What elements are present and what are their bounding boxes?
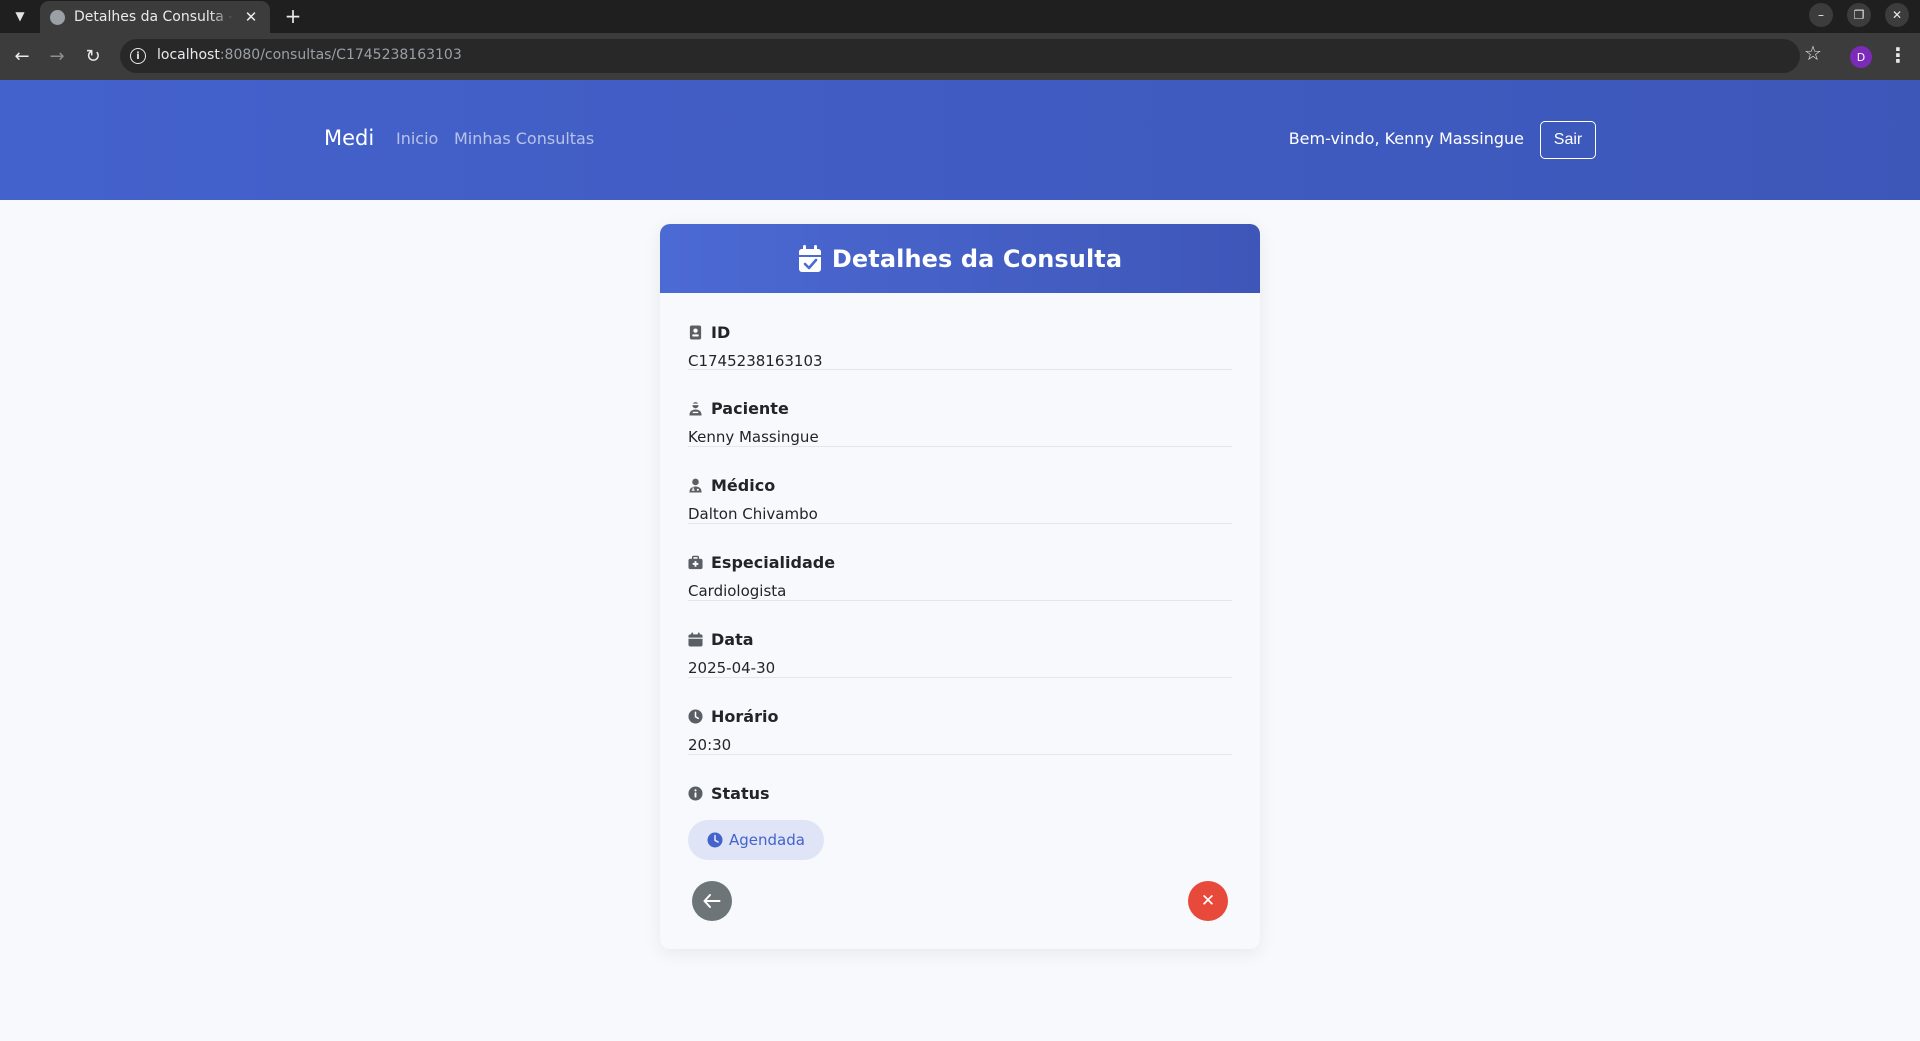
browser-tab-active[interactable]: Detalhes da Consulta - Cl ✕ [40, 1, 270, 33]
field-label: Data [711, 630, 754, 649]
welcome-text: Bem-vindo, Kenny Massingue [1288, 129, 1524, 148]
forward-arrow-icon[interactable]: → [42, 41, 72, 71]
url-text[interactable]: localhost:8080/consultas/C1745238163103 [157, 47, 462, 63]
calendar-icon [688, 632, 703, 647]
field-label: Horário [711, 707, 779, 726]
field-data: Data 2025-04-30 [688, 601, 1232, 678]
field-paciente: Paciente Kenny Massingue [688, 370, 1232, 447]
card-body: ID C1745238163103 Paciente Kenny Massing… [660, 293, 1260, 875]
field-value: 20:30 [688, 736, 732, 754]
card-header: Detalhes da Consulta [660, 224, 1260, 293]
cancel-consultation-button[interactable]: ✕ [1188, 881, 1228, 921]
card-title: Detalhes da Consulta [831, 244, 1123, 273]
status-value: Agendada [729, 831, 805, 849]
nav-link-inicio[interactable]: Inicio [396, 129, 438, 148]
field-status: Status Agendada [688, 755, 1232, 875]
restore-window-button[interactable]: ❐ [1847, 3, 1871, 27]
field-label: ID [711, 323, 731, 342]
clock-icon [688, 709, 703, 724]
profile-avatar[interactable]: D [1850, 46, 1872, 68]
status-badge: Agendada [688, 820, 824, 860]
x-icon: ✕ [1200, 891, 1216, 911]
browser-menu-icon[interactable]: ⋮ [1886, 43, 1910, 67]
logout-button[interactable]: Sair [1540, 121, 1596, 159]
user-injured-icon [689, 402, 702, 416]
bookmark-star-icon[interactable]: ☆ [1798, 41, 1828, 65]
field-horario: Horário 20:30 [688, 678, 1232, 755]
back-button[interactable] [692, 881, 732, 921]
info-circle-icon [688, 786, 703, 801]
briefcase-medical-icon [688, 555, 703, 570]
calendar-check-icon [798, 244, 821, 272]
field-value: C1745238163103 [688, 352, 823, 370]
tab-title: Detalhes da Consulta - Cl [74, 9, 234, 25]
id-badge-icon [689, 325, 702, 340]
field-label: Paciente [711, 399, 789, 418]
brand-logo[interactable]: Medi [324, 126, 374, 150]
nav-link-minhas-consultas[interactable]: Minhas Consultas [454, 129, 594, 148]
minimize-window-button[interactable]: – [1809, 3, 1833, 27]
field-value: Cardiologista [688, 582, 787, 600]
close-window-button[interactable]: ✕ [1885, 3, 1909, 27]
address-bar[interactable]: i localhost:8080/consultas/C174523816310… [120, 39, 1800, 73]
browser-tab-bar: ▼ Detalhes da Consulta - Cl ✕ + – ❐ ✕ [0, 0, 1920, 33]
field-value: 2025-04-30 [688, 659, 776, 677]
browser-toolbar: ← → ↻ i localhost:8080/consultas/C174523… [0, 33, 1920, 80]
clock-icon [707, 832, 723, 848]
arrow-left-icon [703, 894, 721, 908]
field-especialidade: Especialidade Cardiologista [688, 524, 1232, 601]
field-value: Dalton Chivambo [688, 505, 818, 523]
field-label: Status [711, 784, 770, 803]
field-label: Médico [711, 476, 776, 495]
field-label: Especialidade [711, 553, 836, 572]
site-navbar: Medi Inicio Minhas Consultas Bem-vindo, … [0, 80, 1920, 200]
back-arrow-icon[interactable]: ← [7, 41, 37, 71]
site-info-icon[interactable]: i [130, 48, 146, 64]
field-medico: Médico Dalton Chivambo [688, 447, 1232, 524]
reload-icon[interactable]: ↻ [78, 41, 108, 71]
tab-search-chevron-icon[interactable]: ▼ [6, 2, 34, 30]
tab-close-icon[interactable]: ✕ [242, 8, 260, 26]
field-id: ID C1745238163103 [688, 293, 1232, 370]
user-doctor-icon [689, 478, 702, 493]
globe-icon [50, 9, 65, 25]
new-tab-button[interactable]: + [280, 3, 306, 29]
field-value: Kenny Massingue [688, 428, 819, 446]
consultation-details-card: Detalhes da Consulta ID C1745238163103 P… [660, 224, 1260, 949]
